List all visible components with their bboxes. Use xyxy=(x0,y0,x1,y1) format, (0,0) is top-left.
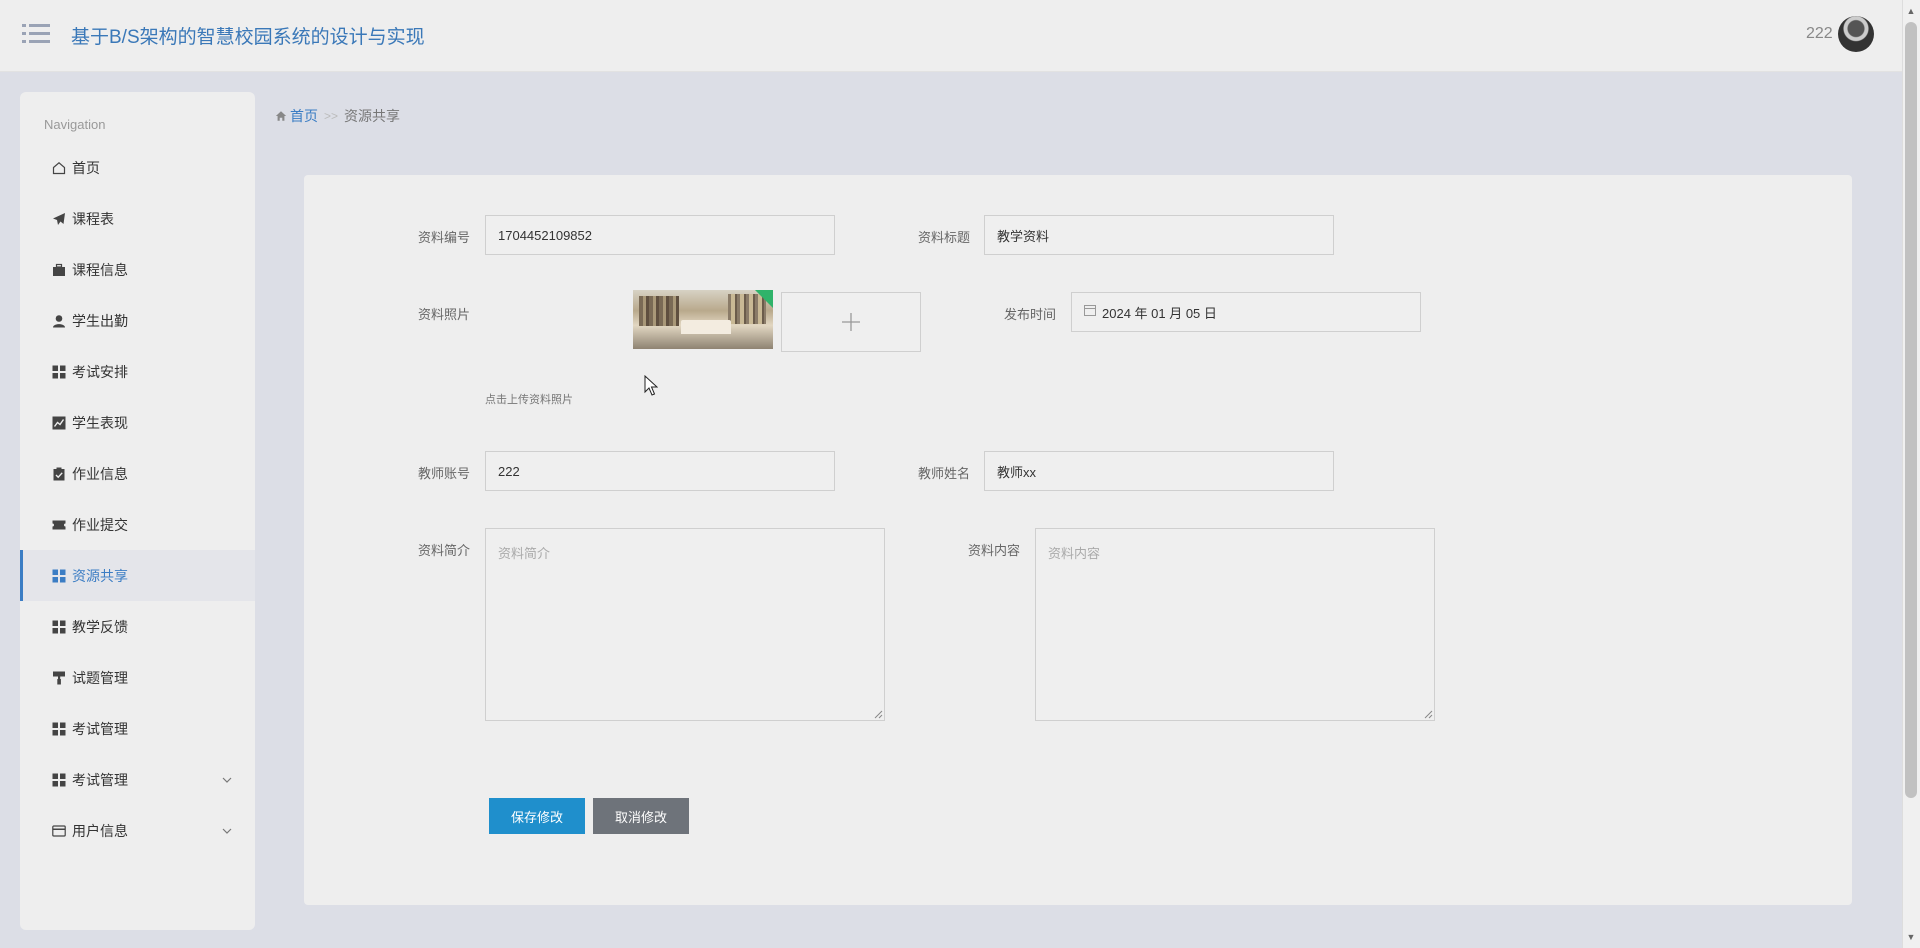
breadcrumb: 首页 >> 资源共享 xyxy=(275,106,400,126)
mouse-cursor-icon xyxy=(644,375,658,396)
sidebar-item-performance[interactable]: 学生表现 xyxy=(20,397,255,448)
content-label: 资料内容 xyxy=(968,543,1021,558)
save-button[interactable]: 保存修改 xyxy=(489,798,585,834)
grid-icon xyxy=(52,722,66,736)
sidebar: Navigation 首页 课程表 课程信息 学生出勤 考试安排 学生表现 作业… xyxy=(20,92,255,930)
sidebar-item-label: 教学反馈 xyxy=(72,618,128,635)
sidebar-item-homework-submit[interactable]: 作业提交 xyxy=(20,499,255,550)
user-icon xyxy=(52,314,66,328)
line-chart-icon xyxy=(52,416,66,430)
sidebar-item-user-info[interactable]: 用户信息 xyxy=(20,805,255,856)
user-name[interactable]: 222 xyxy=(1806,25,1833,43)
resize-grip-icon[interactable] xyxy=(873,709,883,719)
breadcrumb-current: 资源共享 xyxy=(344,108,401,124)
id-card-icon xyxy=(52,824,66,838)
menu-toggle-icon[interactable] xyxy=(22,22,50,46)
sidebar-item-exam-management[interactable]: 考试管理 xyxy=(20,703,255,754)
chevron-down-icon[interactable] xyxy=(221,773,233,785)
cancel-button[interactable]: 取消修改 xyxy=(593,798,689,834)
briefcase-icon xyxy=(52,263,66,277)
sidebar-item-label: 学生出勤 xyxy=(72,312,128,329)
teacher-name-field[interactable]: 教师xx xyxy=(984,451,1334,491)
sidebar-item-label: 作业提交 xyxy=(72,516,128,533)
publish-time-field[interactable]: 2024 年 01 月 05 日 xyxy=(1071,292,1421,332)
scroll-up-icon[interactable]: ▲ xyxy=(1905,4,1917,18)
paper-plane-icon xyxy=(52,212,66,226)
sidebar-item-resource-sharing[interactable]: 资源共享 xyxy=(20,550,255,601)
content-placeholder: 资料内容 xyxy=(1048,546,1101,561)
calendar-icon xyxy=(1084,305,1096,316)
nav-heading: Navigation xyxy=(44,117,106,132)
scrollbar-thumb[interactable] xyxy=(1905,22,1917,798)
nav-list: 首页 课程表 课程信息 学生出勤 考试安排 学生表现 作业信息 作业提交 资源共… xyxy=(20,142,255,856)
resource-title-label: 资料标题 xyxy=(918,230,971,245)
resource-photo-thumbnail[interactable] xyxy=(633,290,773,349)
home-icon xyxy=(52,161,66,175)
sidebar-item-schedule[interactable]: 课程表 xyxy=(20,193,255,244)
breadcrumb-home-link[interactable]: 首页 xyxy=(275,106,318,126)
publish-time-value: 2024 年 01 月 05 日 xyxy=(1102,305,1217,321)
publish-time-label: 发布时间 xyxy=(1004,307,1057,322)
sidebar-item-teaching-feedback[interactable]: 教学反馈 xyxy=(20,601,255,652)
summary-label: 资料简介 xyxy=(418,543,471,558)
teacher-name-label: 教师姓名 xyxy=(918,466,971,481)
chevron-down-icon[interactable] xyxy=(221,824,233,836)
content-textarea[interactable]: 资料内容 xyxy=(1035,528,1435,721)
summary-textarea[interactable]: 资料简介 xyxy=(485,528,885,721)
summary-placeholder: 资料简介 xyxy=(498,546,551,561)
resource-title-field[interactable]: 教学资料 xyxy=(984,215,1334,255)
resource-no-field[interactable]: 1704452109852 xyxy=(485,215,835,255)
grid-icon xyxy=(52,365,66,379)
top-bar: 基于B/S架构的智慧校园系统的设计与实现 222 xyxy=(0,0,1902,72)
sidebar-item-exam-management-group[interactable]: 考试管理 xyxy=(20,754,255,805)
ticket-icon xyxy=(52,518,66,532)
paint-roller-icon xyxy=(52,671,66,685)
resource-no-label: 资料编号 xyxy=(418,230,471,245)
sidebar-item-label: 课程信息 xyxy=(72,261,128,278)
sidebar-item-label: 用户信息 xyxy=(72,822,128,839)
grid-icon xyxy=(52,620,66,634)
home-icon xyxy=(275,111,287,121)
sidebar-item-label: 作业信息 xyxy=(72,465,128,482)
sidebar-item-label: 考试安排 xyxy=(72,363,128,380)
app-title: 基于B/S架构的智慧校园系统的设计与实现 xyxy=(71,27,425,48)
plus-icon xyxy=(842,313,860,331)
sidebar-item-label: 课程表 xyxy=(72,210,114,227)
sidebar-item-label: 学生表现 xyxy=(72,414,128,431)
avatar[interactable] xyxy=(1838,16,1874,52)
grid-icon xyxy=(52,773,66,787)
sidebar-item-label: 考试管理 xyxy=(72,771,128,788)
sidebar-item-label: 资源共享 xyxy=(72,567,128,584)
sidebar-item-label: 首页 xyxy=(72,159,100,176)
scroll-down-icon[interactable]: ▼ xyxy=(1905,930,1917,944)
sidebar-item-label: 试题管理 xyxy=(72,669,128,686)
sidebar-item-label: 考试管理 xyxy=(72,720,128,737)
sidebar-item-attendance[interactable]: 学生出勤 xyxy=(20,295,255,346)
clipboard-check-icon xyxy=(52,467,66,481)
resize-grip-icon[interactable] xyxy=(1423,709,1433,719)
sidebar-item-homework-info[interactable]: 作业信息 xyxy=(20,448,255,499)
upload-hint: 点击上传资料照片 xyxy=(485,394,573,406)
sidebar-item-home[interactable]: 首页 xyxy=(20,142,255,193)
sidebar-item-course-info[interactable]: 课程信息 xyxy=(20,244,255,295)
teacher-account-field[interactable]: 222 xyxy=(485,451,835,491)
grid-icon xyxy=(52,569,66,583)
photo-label: 资料照片 xyxy=(418,307,471,322)
teacher-account-label: 教师账号 xyxy=(418,466,471,481)
breadcrumb-separator: >> xyxy=(324,109,339,123)
sidebar-item-question-management[interactable]: 试题管理 xyxy=(20,652,255,703)
breadcrumb-home-label: 首页 xyxy=(290,108,318,124)
photo-upload-button[interactable] xyxy=(781,292,921,352)
sidebar-item-exam-arrangement[interactable]: 考试安排 xyxy=(20,346,255,397)
